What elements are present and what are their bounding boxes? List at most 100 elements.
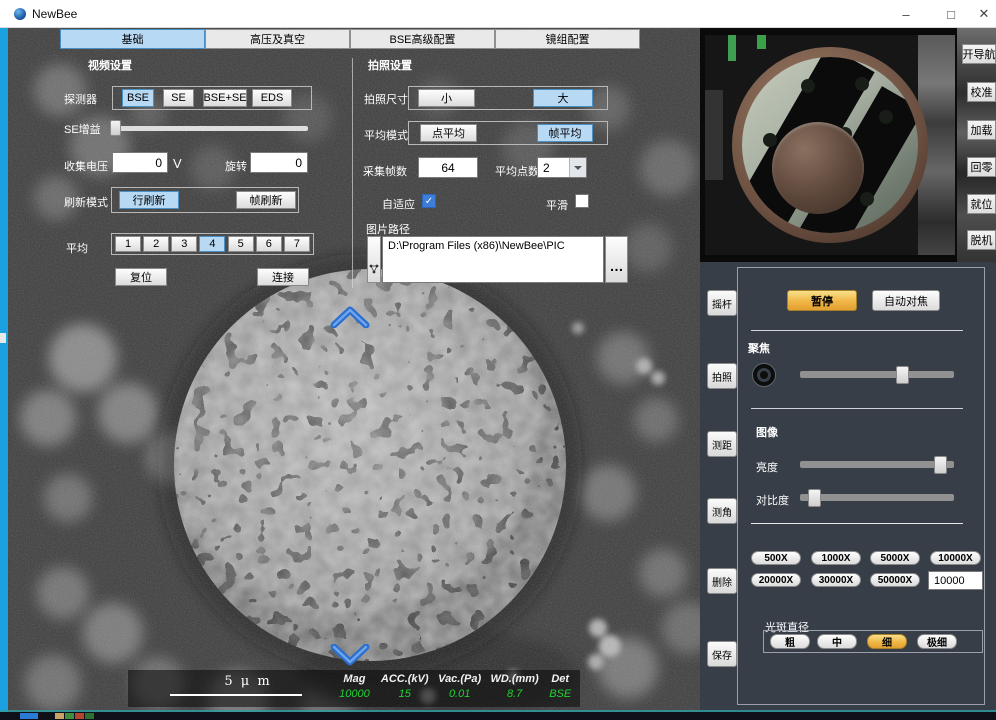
- scale-text: 5 μ m: [188, 674, 308, 689]
- refresh-line-button[interactable]: 行刷新: [119, 191, 179, 209]
- se-gain-slider-thumb[interactable]: [110, 120, 121, 136]
- reset-button[interactable]: 复位: [115, 268, 167, 286]
- molecule-icon: [369, 264, 379, 274]
- record-dot-icon: [760, 371, 768, 379]
- measure-angle-button[interactable]: 测角: [707, 498, 737, 524]
- points-dropdown[interactable]: 2: [537, 157, 587, 178]
- status-vac: Vac.(Pa) 0.01: [434, 673, 486, 700]
- spot-extra-fine-button[interactable]: 极细: [917, 634, 957, 649]
- status-columns: Mag 10000 ACC.(kV) 15 Vac.(Pa) 0.01 WD.(…: [333, 673, 577, 700]
- mag-20000x-button[interactable]: 20000X: [751, 573, 801, 587]
- camera-machinery-left: [705, 90, 723, 180]
- adaptive-checkbox[interactable]: ✓: [422, 194, 436, 208]
- average-2-button[interactable]: 2: [143, 236, 169, 252]
- spot-coarse-button[interactable]: 粗: [770, 634, 810, 649]
- dropdown-arrow-icon[interactable]: [569, 158, 586, 177]
- capture-button[interactable]: 拍照: [707, 363, 737, 389]
- avg-frame-button[interactable]: 帧平均: [537, 124, 593, 142]
- status-det: Det BSE: [543, 673, 577, 700]
- size-large-button[interactable]: 大: [533, 89, 593, 107]
- mag-500x-button[interactable]: 500X: [751, 551, 801, 565]
- taskbar-app-icon[interactable]: [85, 713, 94, 719]
- app-icon: [14, 8, 26, 20]
- close-button[interactable]: ✕: [968, 0, 996, 28]
- autofocus-button[interactable]: 自动对焦: [872, 290, 940, 311]
- photo-settings-title: 拍照设置: [368, 57, 412, 73]
- spot-fine-button[interactable]: 细: [867, 634, 907, 649]
- tab-bse-advanced[interactable]: BSE高级配置: [350, 29, 495, 49]
- save-button[interactable]: 保存: [707, 641, 737, 667]
- nav-offline-button[interactable]: 脱机: [967, 230, 996, 250]
- se-gain-slider-track[interactable]: [110, 126, 308, 131]
- average-4-button[interactable]: 4: [199, 236, 225, 252]
- move-down-chevron-icon[interactable]: [330, 644, 370, 666]
- mag-50000x-button[interactable]: 50000X: [870, 573, 920, 587]
- detector-se-button[interactable]: SE: [163, 89, 194, 107]
- smooth-checkbox[interactable]: [575, 194, 589, 208]
- frames-input[interactable]: [418, 157, 478, 178]
- path-field[interactable]: D:\Program Files (x86)\NewBee\PIC: [382, 236, 604, 283]
- tab-hv-vacuum[interactable]: 高压及真空: [205, 29, 350, 49]
- joystick-button[interactable]: 摇杆: [707, 290, 737, 316]
- average-1-button[interactable]: 1: [115, 236, 141, 252]
- brightness-slider-thumb[interactable]: [934, 456, 947, 474]
- divider: [751, 330, 963, 331]
- stage-hole: [879, 110, 893, 124]
- path-pin-button[interactable]: [367, 236, 381, 283]
- contrast-slider-track[interactable]: [800, 494, 954, 501]
- average-7-button[interactable]: 7: [284, 236, 310, 252]
- average-3-button[interactable]: 3: [171, 236, 197, 252]
- nav-load-button[interactable]: 加载: [967, 120, 996, 140]
- pause-button[interactable]: 暂停: [787, 290, 857, 311]
- mag-10000x-button[interactable]: 10000X: [930, 551, 981, 565]
- focus-record-button[interactable]: [753, 364, 775, 386]
- nav-open-navigation-button[interactable]: 开导航: [962, 44, 996, 64]
- mag-input[interactable]: [928, 571, 983, 590]
- minimize-button[interactable]: –: [890, 0, 922, 28]
- stage-hole: [855, 77, 869, 91]
- tab-bar: 基础 高压及真空 BSE高级配置 镜组配置: [60, 29, 641, 49]
- taskbar-app-icon[interactable]: [75, 713, 84, 719]
- browse-button[interactable]: …: [605, 236, 628, 283]
- titlebar: NewBee – □ ✕: [0, 0, 996, 28]
- maximize-button[interactable]: □: [935, 0, 967, 28]
- tab-lens-config[interactable]: 镜组配置: [495, 29, 640, 49]
- taskbar-app-icon[interactable]: [55, 713, 64, 719]
- detector-bse-button[interactable]: BSE: [122, 89, 154, 107]
- camera-cable-green: [728, 35, 736, 61]
- spot-medium-button[interactable]: 中: [817, 634, 857, 649]
- brightness-slider-track[interactable]: [800, 461, 954, 468]
- collect-voltage-input[interactable]: [112, 152, 168, 173]
- tab-basic[interactable]: 基础: [60, 29, 205, 49]
- nav-calibrate-button[interactable]: 校准: [967, 82, 996, 102]
- taskbar-window-icon[interactable]: [20, 713, 38, 719]
- detector-bse-se-button[interactable]: BSE+SE: [203, 89, 247, 107]
- delete-button[interactable]: 删除: [707, 568, 737, 594]
- contrast-slider-thumb[interactable]: [808, 489, 821, 507]
- move-up-chevron-icon[interactable]: [330, 306, 370, 328]
- nav-in-position-button[interactable]: 就位: [967, 194, 996, 214]
- connect-button[interactable]: 连接: [257, 268, 309, 286]
- mag-1000x-button[interactable]: 1000X: [811, 551, 861, 565]
- average-6-button[interactable]: 6: [256, 236, 282, 252]
- refresh-mode-label: 刷新模式: [64, 194, 108, 210]
- average-5-button[interactable]: 5: [228, 236, 254, 252]
- avg-point-button[interactable]: 点平均: [420, 124, 477, 142]
- mag-5000x-button[interactable]: 5000X: [870, 551, 920, 565]
- taskbar-app-icon[interactable]: [65, 713, 74, 719]
- measure-distance-button[interactable]: 测距: [707, 431, 737, 457]
- detector-eds-button[interactable]: EDS: [252, 89, 292, 107]
- avg-mode-label: 平均模式: [364, 127, 408, 143]
- size-small-button[interactable]: 小: [418, 89, 475, 107]
- focus-slider-track[interactable]: [800, 371, 954, 378]
- rotation-input[interactable]: [250, 152, 308, 173]
- frames-label: 采集帧数: [363, 163, 407, 179]
- refresh-frame-button[interactable]: 帧刷新: [236, 191, 296, 209]
- mag-30000x-button[interactable]: 30000X: [811, 573, 861, 587]
- divider: [751, 408, 963, 409]
- nav-return-zero-button[interactable]: 回零: [967, 157, 996, 177]
- image-section-label: 图像: [756, 424, 778, 440]
- focus-slider-thumb[interactable]: [896, 366, 909, 384]
- focus-label: 聚焦: [748, 340, 770, 356]
- status-acc: ACC.(kV) 15: [376, 673, 434, 700]
